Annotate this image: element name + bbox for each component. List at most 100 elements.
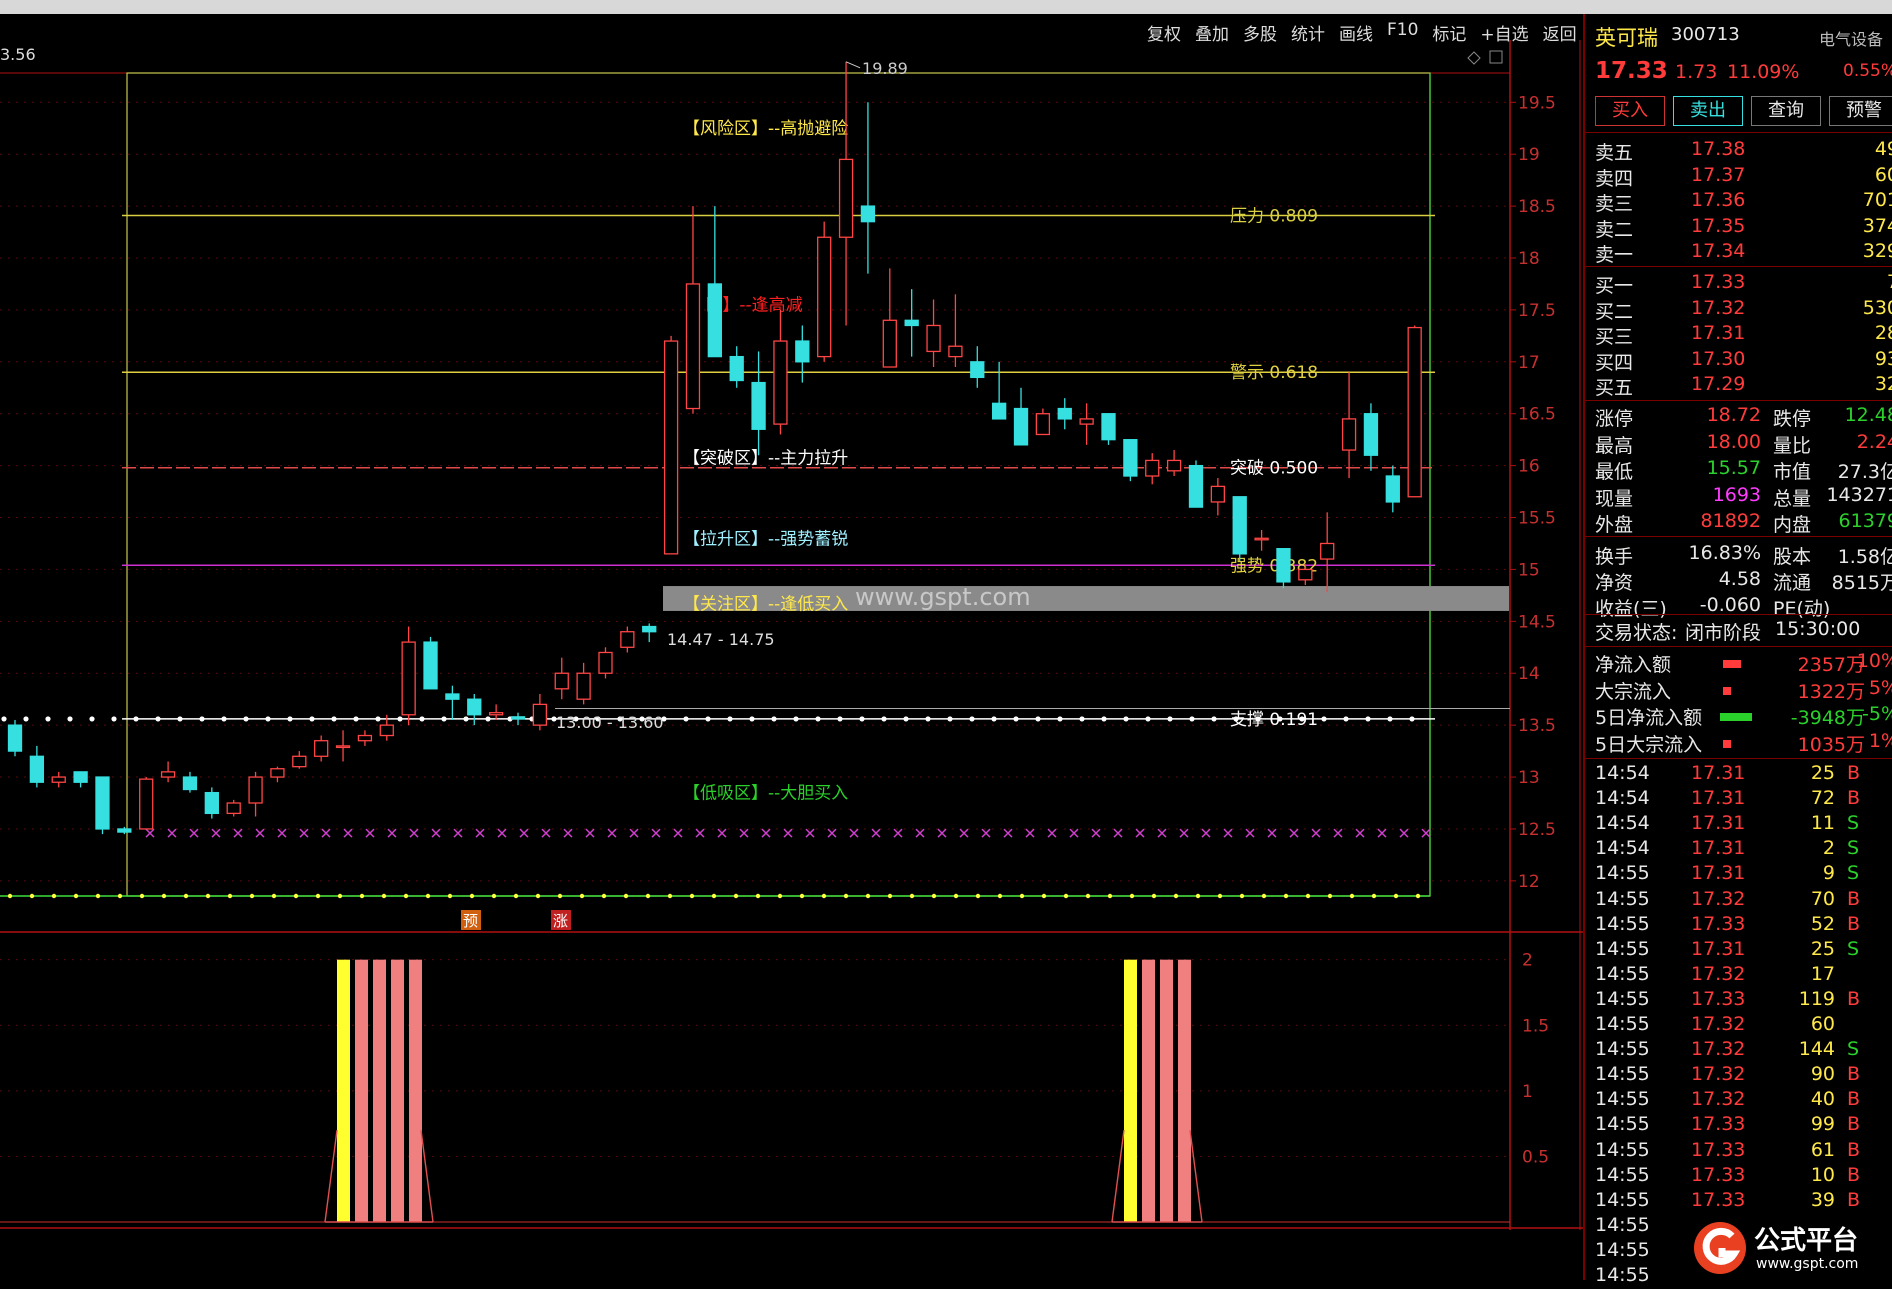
support-dot (1013, 716, 1019, 722)
stat-label: 最低 (1595, 461, 1634, 483)
bottom-dot (1239, 893, 1245, 899)
y-tick-label: 13 (1518, 768, 1540, 788)
candle-body (117, 828, 132, 833)
signal-marker: 涨 (553, 912, 568, 930)
query-button[interactable]: 查询 (1751, 96, 1821, 126)
candle-body (51, 776, 66, 783)
panel-icon (1489, 50, 1503, 64)
low-x-mark (475, 828, 485, 838)
high-label: 19.89 (862, 59, 908, 78)
bottom-dot (799, 893, 805, 899)
tick-price: 17.31 (1691, 812, 1746, 835)
quote-row: 卖三 17.36 701 (1595, 189, 1892, 215)
quote-row: 14:54 17.31 11 S (1595, 812, 1892, 837)
low-x-mark (431, 828, 441, 838)
buy-button[interactable]: 买入 (1595, 96, 1665, 126)
quote-row: 14:54 17.31 25 B (1595, 762, 1892, 787)
sell-button[interactable]: 卖出 (1673, 96, 1743, 126)
support-dot (1035, 716, 1041, 722)
quote-row: 最高 18.00 量比 2.24 (1595, 431, 1892, 457)
support-dot (419, 716, 425, 722)
candle-body (335, 745, 351, 749)
candle-body (598, 651, 613, 674)
tick-side: S (1847, 862, 1860, 885)
stat-value: -0.060 (1699, 594, 1761, 616)
tick-price: 17.32 (1691, 1088, 1746, 1111)
stat-label: 量比 (1773, 434, 1812, 457)
low-x-mark (1201, 828, 1211, 838)
ask-price: 17.34 (1691, 240, 1746, 263)
low-x-mark (255, 828, 265, 838)
quote-row: 14:55 17.32 144 S (1595, 1038, 1892, 1063)
support-dot (199, 716, 205, 722)
tick-time: 14:55 (1595, 1238, 1650, 1261)
bottom-dot (535, 893, 541, 899)
zone-label: 【风险区】--高抛避险 (683, 119, 848, 139)
stat-value: 81892 (1700, 510, 1761, 532)
support-dot (793, 716, 799, 722)
ask-label: 卖一 (1595, 244, 1634, 267)
tick-price: 17.32 (1691, 962, 1746, 985)
candle-body (1276, 548, 1291, 583)
signal-marker: 预 (463, 912, 478, 930)
low-x-mark (805, 828, 815, 838)
candle-body (1232, 496, 1247, 555)
quote-row: 14:55 17.33 39 B (1595, 1189, 1892, 1214)
high-pointer (845, 61, 861, 69)
bottom-dot (1327, 893, 1333, 899)
tick-side: B (1847, 912, 1861, 935)
sector-change-pct: 0.55% (1843, 61, 1892, 81)
stat-label: 流通 (1773, 572, 1812, 594)
tick-price: 17.33 (1691, 987, 1746, 1010)
y-tick-label: 17.5 (1518, 301, 1556, 321)
quote-row: 14:55 17.33 99 B (1595, 1113, 1892, 1138)
low-x-mark (453, 828, 463, 838)
quote-row: 14:55 17.31 9 S (1595, 862, 1892, 887)
low-x-mark (1157, 828, 1167, 838)
stat-label: 收益(三) (1595, 598, 1667, 620)
support-dot (969, 716, 975, 722)
stat-value: 27.3亿 (1837, 461, 1892, 483)
quote-row: 最低 15.57 市值 27.3亿 (1595, 457, 1892, 483)
stat-label: 现量 (1595, 487, 1634, 510)
ask-price: 17.35 (1691, 214, 1746, 237)
signal-bar (355, 959, 368, 1222)
low-x-mark (783, 828, 793, 838)
low-x-mark (1069, 828, 1079, 838)
ask-price: 17.37 (1691, 163, 1746, 186)
stat-label: PE(动) (1773, 598, 1831, 620)
stat-value: 1693 (1712, 483, 1761, 506)
quote-row: 买一 17.33 7 (1595, 271, 1892, 297)
low-x-mark (343, 828, 353, 838)
bottom-dot (469, 893, 475, 899)
y-tick-label: 13.5 (1518, 716, 1556, 736)
support-dot (1255, 716, 1261, 722)
tick-price: 17.33 (1691, 912, 1746, 935)
quote-row: 净流入额 2357万10% (1595, 650, 1892, 676)
support-dot (727, 716, 733, 722)
quote-row: 卖四 17.37 60 (1595, 163, 1892, 190)
tick-volume: 60 (1810, 1013, 1835, 1035)
stat-value: 16.83% (1688, 542, 1761, 564)
price-change-pct: 11.09% (1727, 61, 1800, 83)
bottom-dot (139, 893, 145, 899)
support-dot (243, 716, 249, 722)
quote-row: 14:55 17.32 70 B (1595, 888, 1892, 913)
y-tick-label: 19.5 (1518, 93, 1556, 113)
support-dot (837, 716, 843, 722)
tick-time: 14:55 (1595, 862, 1650, 885)
support-dot (155, 716, 161, 722)
kline-chart: 19.51918.51817.51716.51615.51514.51413.5… (0, 40, 1583, 1230)
candle-body (357, 734, 373, 742)
tick-time: 14:55 (1595, 1038, 1650, 1061)
tick-time: 14:55 (1595, 937, 1650, 960)
support-dot (485, 716, 491, 722)
bottom-dot (1041, 893, 1047, 899)
quote-row: 14:55 17.33 10 B (1595, 1164, 1892, 1189)
alert-button[interactable]: 预警 (1829, 96, 1892, 126)
bid-price: 17.33 (1691, 271, 1746, 293)
bottom-dot (1063, 893, 1069, 899)
bottom-dot (1085, 893, 1091, 899)
bottom-dot (667, 893, 673, 899)
bottom-dot (315, 893, 321, 899)
